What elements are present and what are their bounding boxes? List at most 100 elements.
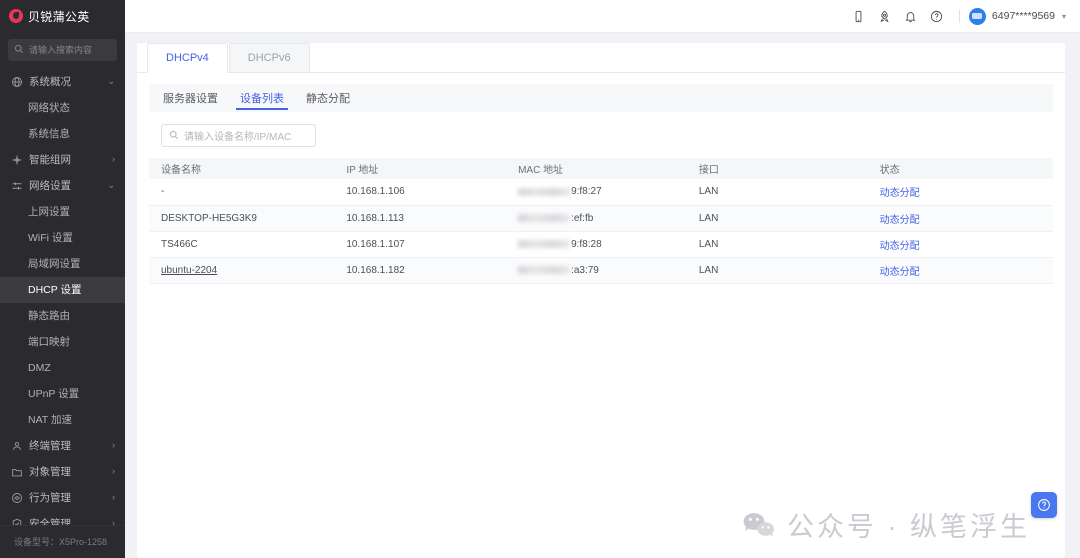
device-name-link[interactable]: ubuntu-2204 (161, 265, 217, 276)
rocket-icon[interactable] (872, 3, 898, 29)
sidebar-item-label: 智能组网 (29, 154, 71, 167)
subtab-device-list[interactable]: 设备列表 (236, 84, 288, 112)
app-root: 贝锐蒲公英 请输入搜索内容 系统概况 ⌄ 网络状态 系统信息 智能组网 › 网络… (0, 0, 1080, 558)
sidebar-item-label: 终端管理 (29, 440, 71, 453)
table-header: 设备名称 IP 地址 MAC 地址 接口 状态 (149, 158, 1053, 179)
subtab-server-settings[interactable]: 服务器设置 (159, 84, 222, 112)
dandelion-logo-icon (9, 9, 23, 24)
sidebar-item-upnp-settings[interactable]: UPnP 设置 (0, 381, 125, 407)
sidebar-item-behavior-management[interactable]: 行为管理 › (0, 485, 125, 511)
eye-circle-icon (11, 492, 23, 504)
mobile-icon[interactable] (846, 3, 872, 29)
cell-status: 动态分配 (867, 257, 1053, 284)
mac-suffix-text: 9:f8:28 (571, 238, 602, 250)
status-badge[interactable]: 动态分配 (880, 188, 920, 199)
sidebar-item-smart-networking[interactable]: 智能组网 › (0, 147, 125, 173)
sidebar-item-label: UPnP 设置 (28, 388, 80, 401)
cell-status: 动态分配 (867, 205, 1053, 232)
column-header-status: 状态 (867, 158, 1053, 179)
cell-device-name: ubuntu-2204 (149, 257, 335, 284)
tab-dhcpv4[interactable]: DHCPv4 (147, 43, 228, 73)
table-header-row: 设备名称 IP 地址 MAC 地址 接口 状态 (149, 158, 1053, 179)
sidebar: 贝锐蒲公英 请输入搜索内容 系统概况 ⌄ 网络状态 系统信息 智能组网 › 网络… (0, 0, 125, 558)
sidebar-item-system-info[interactable]: 系统信息 (0, 121, 125, 147)
table-row[interactable]: TS466C 10.168.1.107 9:f8:28 LAN 动态分配 (149, 231, 1053, 258)
sidebar-search-input[interactable]: 请输入搜索内容 (8, 39, 117, 61)
sidebar-item-label: 对象管理 (29, 466, 71, 479)
sidebar-item-label: 静态路由 (28, 310, 70, 323)
sidebar-item-label: 上网设置 (28, 206, 70, 219)
device-table: 设备名称 IP 地址 MAC 地址 接口 状态 - 10.168.1.106 9… (149, 158, 1053, 284)
column-header-interface: 接口 (686, 158, 868, 179)
sidebar-item-label: 行为管理 (29, 492, 71, 505)
subtab-bar: 服务器设置 设备列表 静态分配 (149, 84, 1053, 112)
sidebar-item-static-route[interactable]: 静态路由 (0, 303, 125, 329)
table-row[interactable]: - 10.168.1.106 9:f8:27 LAN 动态分配 (149, 179, 1053, 206)
device-name-text: - (161, 186, 165, 198)
tab-dhcpv6[interactable]: DHCPv6 (228, 43, 310, 72)
cell-mac-address: :a3:79 (506, 257, 687, 284)
status-badge[interactable]: 动态分配 (880, 267, 920, 278)
table-row[interactable]: ubuntu-2204 10.168.1.182 :a3:79 LAN 动态分配 (149, 257, 1053, 284)
shield-check-icon (11, 518, 23, 525)
watermark: 公众号 · 纵笔浮生 (742, 505, 1030, 544)
cell-ip-address: 10.168.1.107 (334, 231, 507, 258)
sidebar-item-label: DMZ (28, 361, 51, 374)
sidebar-item-terminal-management[interactable]: 终端管理 › (0, 433, 125, 459)
dhcp-card: DHCPv4 DHCPv6 服务器设置 设备列表 静态分配 请输入设备名称/IP… (137, 43, 1065, 558)
mac-redacted-block (518, 187, 571, 196)
cell-interface: LAN (686, 179, 868, 206)
search-input[interactable]: 请输入设备名称/IP/MAC (161, 124, 316, 147)
device-name-text: TS466C (161, 238, 198, 250)
sidebar-item-system-overview[interactable]: 系统概况 ⌄ (0, 69, 125, 95)
mac-redacted-block (518, 214, 571, 222)
sidebar-item-nat-acceleration[interactable]: NAT 加速 (0, 407, 125, 433)
subtab-label: 静态分配 (306, 93, 350, 105)
cell-device-name: - (149, 179, 335, 206)
table-row[interactable]: DESKTOP-HE5G3K9 10.168.1.113 :ef:fb LAN … (149, 205, 1053, 232)
sidebar-item-dhcp-settings[interactable]: DHCP 设置 (0, 276, 125, 303)
status-badge[interactable]: 动态分配 (880, 241, 920, 252)
column-header-ip-address: IP 地址 (334, 158, 507, 179)
subtab-label: 设备列表 (240, 93, 284, 105)
users-icon (11, 440, 23, 452)
bell-icon[interactable] (898, 3, 924, 29)
sidebar-nav: 系统概况 ⌄ 网络状态 系统信息 智能组网 › 网络设置 ⌄ 上网设置 WiFi… (0, 69, 125, 525)
sidebar-item-security-management[interactable]: 安全管理 › (0, 511, 125, 525)
sidebar-item-label: DHCP 设置 (28, 284, 82, 297)
cell-device-name: TS466C (149, 231, 335, 258)
sidebar-item-label: 网络设置 (29, 180, 71, 193)
help-circle-icon[interactable] (924, 3, 950, 29)
mac-suffix-text: :ef:fb (571, 212, 594, 224)
help-fab-button[interactable] (1031, 492, 1057, 518)
sidebar-item-network-settings[interactable]: 网络设置 ⌄ (0, 173, 125, 199)
sidebar-item-label: 系统概况 (29, 76, 71, 89)
sidebar-item-dmz[interactable]: DMZ (0, 355, 125, 381)
account-name: 6497****9569 (991, 10, 1055, 22)
sidebar-item-port-forwarding[interactable]: 端口映射 (0, 329, 125, 355)
sidebar-item-lan-settings[interactable]: 局域网设置 (0, 251, 125, 277)
mac-redacted-block (518, 240, 571, 248)
chevron-right-icon: › (112, 154, 115, 165)
sidebar-item-wifi-settings[interactable]: WiFi 设置 (0, 225, 125, 251)
cell-mac-address: 9:f8:28 (506, 231, 687, 258)
cell-interface: LAN (686, 257, 868, 284)
folder-icon (11, 466, 23, 478)
cell-mac-address: 9:f8:27 (506, 179, 687, 206)
brand[interactable]: 贝锐蒲公英 (0, 0, 125, 32)
cell-interface: LAN (686, 231, 868, 258)
status-badge[interactable]: 动态分配 (880, 215, 920, 226)
tab-bar: DHCPv4 DHCPv6 (137, 43, 1065, 73)
sidebar-item-internet-settings[interactable]: 上网设置 (0, 199, 125, 225)
tab-label: DHCPv6 (247, 52, 291, 64)
subtab-label: 服务器设置 (163, 93, 218, 105)
device-name-text: DESKTOP-HE5G3K9 (161, 212, 257, 224)
cell-device-name: DESKTOP-HE5G3K9 (149, 205, 335, 232)
sidebar-item-object-management[interactable]: 对象管理 › (0, 459, 125, 485)
sidebar-item-label: 端口映射 (28, 336, 70, 349)
content-area: DHCPv4 DHCPv6 服务器设置 设备列表 静态分配 请输入设备名称/IP… (125, 33, 1080, 558)
account-menu[interactable]: 6497****9569 ▾ (968, 7, 1066, 25)
subtab-static-allocation[interactable]: 静态分配 (302, 84, 354, 112)
column-header-device-name: 设备名称 (149, 158, 335, 179)
sidebar-item-network-status[interactable]: 网络状态 (0, 95, 125, 121)
